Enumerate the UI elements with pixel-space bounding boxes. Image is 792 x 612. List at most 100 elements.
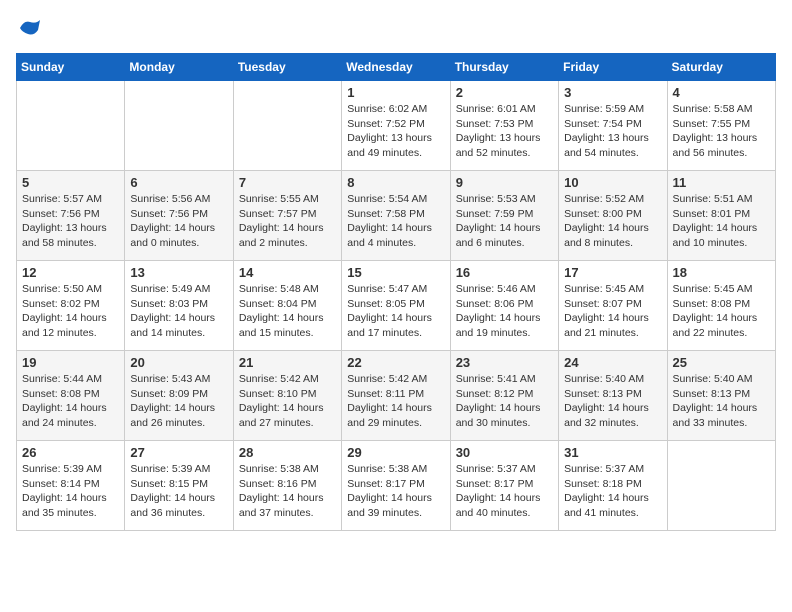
day-number: 18 (673, 265, 770, 280)
calendar-cell: 22Sunrise: 5:42 AM Sunset: 8:11 PM Dayli… (342, 351, 450, 441)
cell-text: Sunrise: 6:02 AM Sunset: 7:52 PM Dayligh… (347, 102, 444, 161)
calendar-cell (125, 81, 233, 171)
weekday-thursday: Thursday (450, 54, 558, 81)
cell-text: Sunrise: 5:38 AM Sunset: 8:16 PM Dayligh… (239, 462, 336, 521)
calendar-cell: 24 Sunrise: 5:40 AM Sunset: 8:13 PM Dayli… (559, 351, 667, 441)
day-number: 30 (456, 445, 553, 460)
cell-text: Sunrise: 5:49 AM Sunset: 8:03 PM Dayligh… (130, 282, 227, 341)
day-number: 1 (347, 85, 444, 100)
day-number: 19 (22, 355, 119, 370)
logo (16, 16, 42, 45)
cell-text: Sunrise: 5:54 AM Sunset: 7:58 PM Dayligh… (347, 192, 444, 251)
weekday-monday: Monday (125, 54, 233, 81)
cell-text: Sunrise: 5:40 AM Sunset: 8:13 PM Dayligh… (564, 372, 661, 431)
cell-text: Sunrise: 5:48 AM Sunset: 8:04 PM Dayligh… (239, 282, 336, 341)
day-number: 25 (673, 355, 770, 370)
day-number: 4 (673, 85, 770, 100)
day-number: 2 (456, 85, 553, 100)
day-number: 31 (564, 445, 661, 460)
weekday-header-row: SundayMondayTuesdayWednesdayThursdayFrid… (17, 54, 776, 81)
calendar-cell: 25 Sunrise: 5:40 AM Sunset: 8:13 PM Dayli… (667, 351, 775, 441)
cell-text: Sunrise: 5:41 AM Sunset: 8:12 PM Dayligh… (456, 372, 553, 431)
calendar-cell: 10 Sunrise: 5:52 AM Sunset: 8:00 PM Dayli… (559, 171, 667, 261)
day-number: 22 (347, 355, 444, 370)
day-number: 20 (130, 355, 227, 370)
day-number: 16 (456, 265, 553, 280)
logo-icon (18, 16, 42, 40)
day-number: 26 (22, 445, 119, 460)
calendar-cell: 15Sunrise: 5:47 AM Sunset: 8:05 PM Dayli… (342, 261, 450, 351)
day-number: 11 (673, 175, 770, 190)
day-number: 8 (347, 175, 444, 190)
calendar-cell: 26 Sunrise: 5:39 AM Sunset: 8:14 PM Dayli… (17, 441, 125, 531)
day-number: 12 (22, 265, 119, 280)
day-number: 24 (564, 355, 661, 370)
calendar-cell (667, 441, 775, 531)
day-number: 27 (130, 445, 227, 460)
calendar-cell: 16 Sunrise: 5:46 AM Sunset: 8:06 PM Dayli… (450, 261, 558, 351)
cell-text: Sunrise: 5:37 AM Sunset: 8:17 PM Dayligh… (456, 462, 553, 521)
calendar-cell: 2 Sunrise: 6:01 AM Sunset: 7:53 PM Daylig… (450, 81, 558, 171)
day-number: 17 (564, 265, 661, 280)
calendar-cell: 8 Sunrise: 5:54 AM Sunset: 7:58 PM Daylig… (342, 171, 450, 261)
calendar-cell: 9Sunrise: 5:53 AM Sunset: 7:59 PM Daylig… (450, 171, 558, 261)
cell-text: Sunrise: 5:39 AM Sunset: 8:15 PM Dayligh… (130, 462, 227, 521)
cell-text: Sunrise: 5:57 AM Sunset: 7:56 PM Dayligh… (22, 192, 119, 251)
calendar-week-1: 1 Sunrise: 6:02 AM Sunset: 7:52 PM Daylig… (17, 81, 776, 171)
cell-text: Sunrise: 5:55 AM Sunset: 7:57 PM Dayligh… (239, 192, 336, 251)
calendar-cell: 27 Sunrise: 5:39 AM Sunset: 8:15 PM Dayli… (125, 441, 233, 531)
cell-text: Sunrise: 5:44 AM Sunset: 8:08 PM Dayligh… (22, 372, 119, 431)
cell-text: Sunrise: 5:52 AM Sunset: 8:00 PM Dayligh… (564, 192, 661, 251)
calendar-cell (17, 81, 125, 171)
calendar-cell: 12 Sunrise: 5:50 AM Sunset: 8:02 PM Dayli… (17, 261, 125, 351)
cell-text: Sunrise: 5:40 AM Sunset: 8:13 PM Dayligh… (673, 372, 770, 431)
cell-text: Sunrise: 5:45 AM Sunset: 8:08 PM Dayligh… (673, 282, 770, 341)
cell-text: Sunrise: 5:42 AM Sunset: 8:10 PM Dayligh… (239, 372, 336, 431)
day-number: 7 (239, 175, 336, 190)
weekday-saturday: Saturday (667, 54, 775, 81)
cell-text: Sunrise: 5:38 AM Sunset: 8:17 PM Dayligh… (347, 462, 444, 521)
calendar-cell: 3 Sunrise: 5:59 AM Sunset: 7:54 PM Daylig… (559, 81, 667, 171)
calendar-cell (233, 81, 341, 171)
weekday-wednesday: Wednesday (342, 54, 450, 81)
weekday-friday: Friday (559, 54, 667, 81)
cell-text: Sunrise: 5:56 AM Sunset: 7:56 PM Dayligh… (130, 192, 227, 251)
day-number: 9 (456, 175, 553, 190)
cell-text: Sunrise: 5:46 AM Sunset: 8:06 PM Dayligh… (456, 282, 553, 341)
calendar-cell: 30 Sunrise: 5:37 AM Sunset: 8:17 PM Dayli… (450, 441, 558, 531)
cell-text: Sunrise: 5:39 AM Sunset: 8:14 PM Dayligh… (22, 462, 119, 521)
calendar-cell: 14Sunrise: 5:48 AM Sunset: 8:04 PM Dayli… (233, 261, 341, 351)
cell-text: Sunrise: 6:01 AM Sunset: 7:53 PM Dayligh… (456, 102, 553, 161)
calendar-cell: 6 Sunrise: 5:56 AM Sunset: 7:56 PM Daylig… (125, 171, 233, 261)
calendar-cell: 29 Sunrise: 5:38 AM Sunset: 8:17 PM Dayli… (342, 441, 450, 531)
weekday-sunday: Sunday (17, 54, 125, 81)
cell-text: Sunrise: 5:37 AM Sunset: 8:18 PM Dayligh… (564, 462, 661, 521)
calendar-week-3: 12 Sunrise: 5:50 AM Sunset: 8:02 PM Dayli… (17, 261, 776, 351)
calendar-cell: 23 Sunrise: 5:41 AM Sunset: 8:12 PM Dayli… (450, 351, 558, 441)
day-number: 6 (130, 175, 227, 190)
cell-text: Sunrise: 5:59 AM Sunset: 7:54 PM Dayligh… (564, 102, 661, 161)
calendar-cell: 31 Sunrise: 5:37 AM Sunset: 8:18 PM Dayli… (559, 441, 667, 531)
cell-text: Sunrise: 5:43 AM Sunset: 8:09 PM Dayligh… (130, 372, 227, 431)
calendar-cell: 17 Sunrise: 5:45 AM Sunset: 8:07 PM Dayli… (559, 261, 667, 351)
page-header (16, 16, 776, 45)
calendar-week-5: 26 Sunrise: 5:39 AM Sunset: 8:14 PM Dayli… (17, 441, 776, 531)
cell-text: Sunrise: 5:50 AM Sunset: 8:02 PM Dayligh… (22, 282, 119, 341)
calendar-table: SundayMondayTuesdayWednesdayThursdayFrid… (16, 53, 776, 531)
calendar-cell: 4 Sunrise: 5:58 AM Sunset: 7:55 PM Daylig… (667, 81, 775, 171)
day-number: 23 (456, 355, 553, 370)
calendar-cell: 20 Sunrise: 5:43 AM Sunset: 8:09 PM Dayli… (125, 351, 233, 441)
cell-text: Sunrise: 5:51 AM Sunset: 8:01 PM Dayligh… (673, 192, 770, 251)
calendar-cell: 7 Sunrise: 5:55 AM Sunset: 7:57 PM Daylig… (233, 171, 341, 261)
calendar-body: 1 Sunrise: 6:02 AM Sunset: 7:52 PM Daylig… (17, 81, 776, 531)
day-number: 3 (564, 85, 661, 100)
calendar-cell: 13Sunrise: 5:49 AM Sunset: 8:03 PM Dayli… (125, 261, 233, 351)
day-number: 10 (564, 175, 661, 190)
calendar-cell: 21Sunrise: 5:42 AM Sunset: 8:10 PM Dayli… (233, 351, 341, 441)
cell-text: Sunrise: 5:45 AM Sunset: 8:07 PM Dayligh… (564, 282, 661, 341)
calendar-cell: 11 Sunrise: 5:51 AM Sunset: 8:01 PM Dayli… (667, 171, 775, 261)
cell-text: Sunrise: 5:58 AM Sunset: 7:55 PM Dayligh… (673, 102, 770, 161)
day-number: 29 (347, 445, 444, 460)
calendar-cell: 5Sunrise: 5:57 AM Sunset: 7:56 PM Daylig… (17, 171, 125, 261)
calendar-cell: 1 Sunrise: 6:02 AM Sunset: 7:52 PM Daylig… (342, 81, 450, 171)
